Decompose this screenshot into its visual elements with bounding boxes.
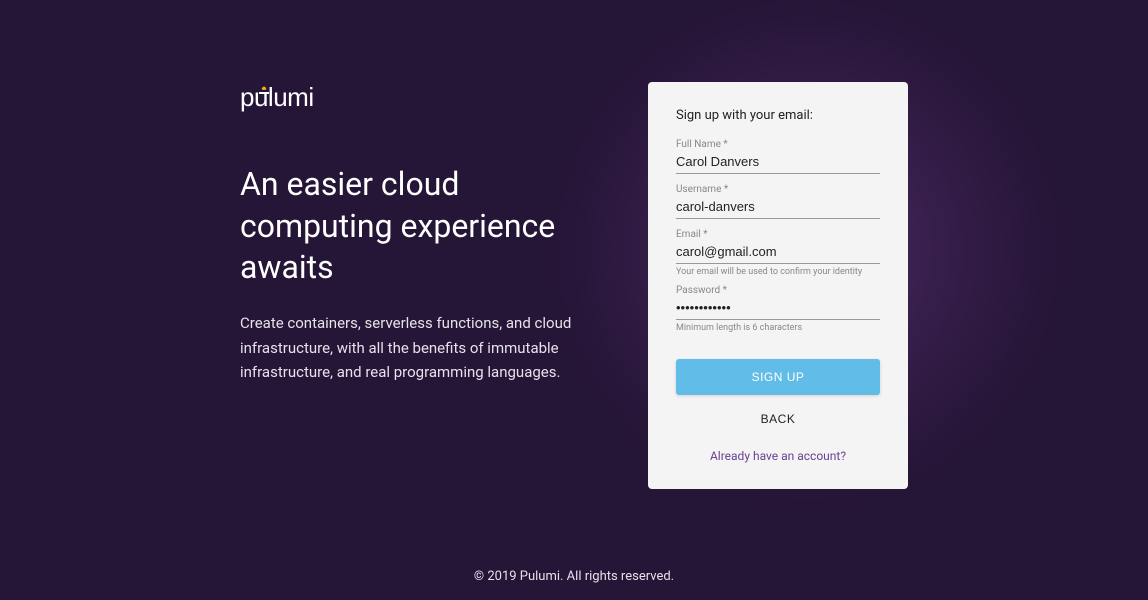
password-help: Minimum length is 6 characters xyxy=(676,323,880,333)
already-have-account-link[interactable]: Already have an account? xyxy=(676,449,880,463)
username-input[interactable] xyxy=(676,196,880,219)
footer-text: © 2019 Pulumi. All rights reserved. xyxy=(0,569,1148,584)
username-label: Username * xyxy=(676,184,880,195)
full-name-input[interactable] xyxy=(676,151,880,174)
signup-card: Sign up with your email: Full Name * Use… xyxy=(648,82,908,489)
full-name-label: Full Name * xyxy=(676,139,880,150)
svg-text:pulumi: pulumi xyxy=(240,82,314,112)
form-title: Sign up with your email: xyxy=(676,108,880,123)
page-subhead: Create containers, serverless functions,… xyxy=(240,311,592,385)
email-help: Your email will be used to confirm your … xyxy=(676,267,880,277)
brand-logo: pulumi xyxy=(240,82,592,112)
password-input[interactable] xyxy=(676,297,880,320)
back-button[interactable]: BACK xyxy=(676,401,880,437)
email-label: Email * xyxy=(676,229,880,240)
email-input[interactable] xyxy=(676,241,880,264)
password-label: Password * xyxy=(676,285,880,296)
signup-button[interactable]: SIGN UP xyxy=(676,359,880,395)
page-headline: An easier cloud computing experience awa… xyxy=(240,164,592,289)
